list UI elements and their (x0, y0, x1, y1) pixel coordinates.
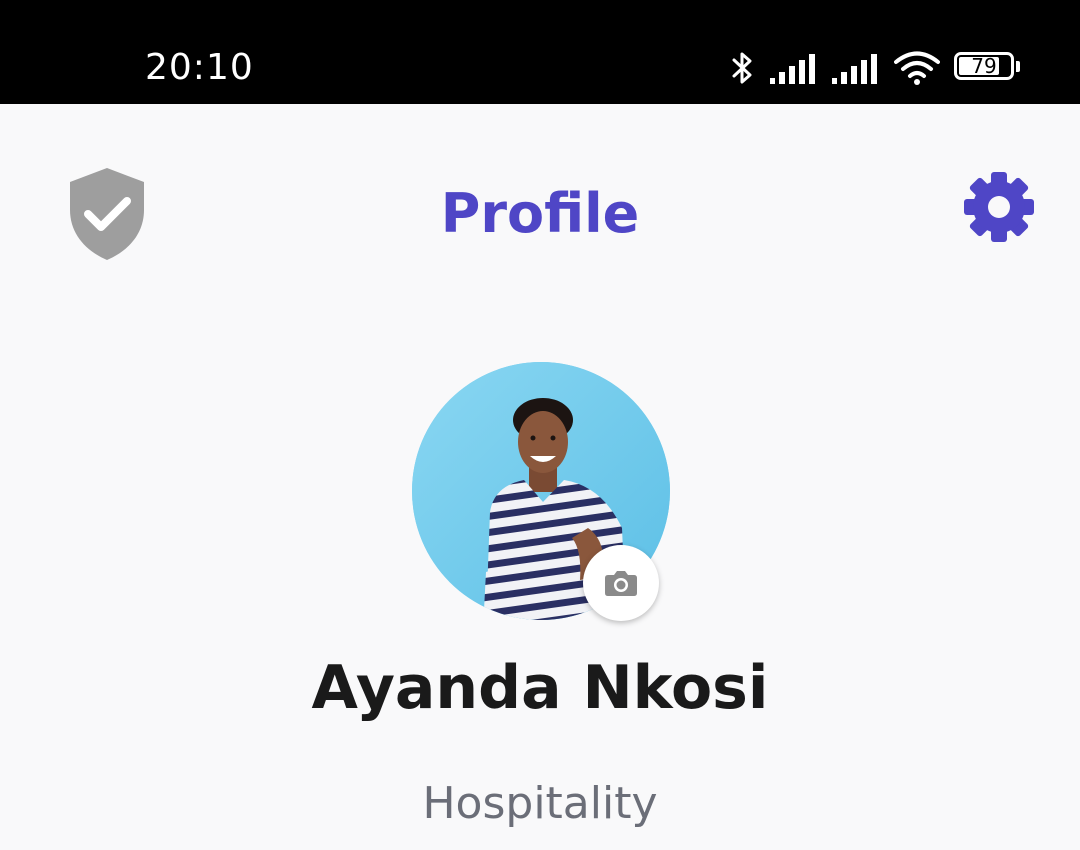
status-bar: 20:10 79 (0, 0, 1080, 104)
gear-icon[interactable] (962, 170, 1036, 244)
camera-icon (605, 571, 637, 596)
bluetooth-icon (732, 52, 752, 84)
signal-icon (770, 54, 815, 84)
signal-icon (832, 54, 877, 84)
battery-percent: 79 (971, 54, 997, 78)
page-title: Profile (440, 182, 640, 245)
avatar-container (412, 362, 670, 621)
change-photo-button[interactable] (583, 545, 659, 621)
status-time: 20:10 (145, 47, 254, 88)
battery-tip (1016, 61, 1020, 72)
user-industry: Hospitality (422, 778, 658, 829)
wifi-icon (894, 51, 940, 85)
user-name: Ayanda Nkosi (311, 653, 769, 723)
header: Profile (0, 104, 1080, 324)
battery-icon: 79 (954, 52, 1022, 84)
status-icons: 79 (730, 48, 1022, 88)
